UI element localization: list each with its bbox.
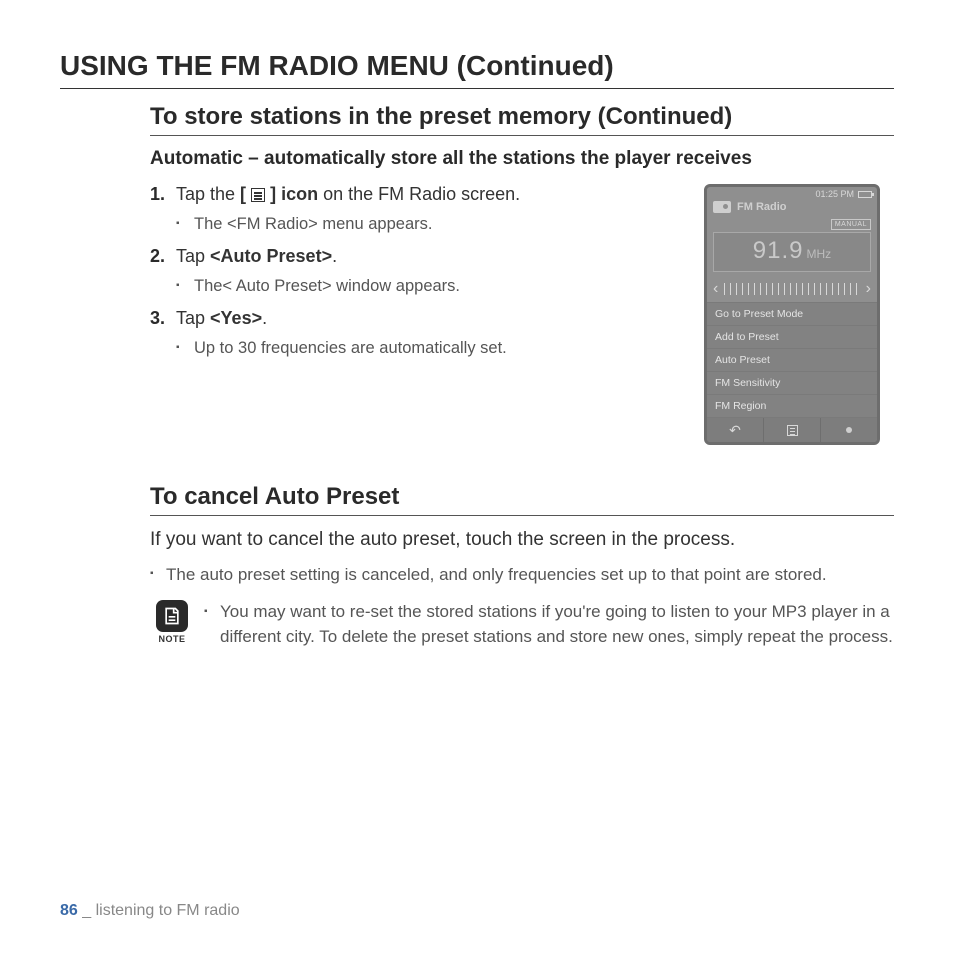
step-2-sub: The< Auto Preset> window appears. <box>176 275 692 298</box>
device-screenshot: 01:25 PM FM Radio MANUAL 91.9MHz ‹ › Go … <box>704 184 880 445</box>
page-title: USING THE FM RADIO MENU (Continued) <box>60 50 894 89</box>
menu-item-add-preset: Add to Preset <box>707 326 877 349</box>
chevron-right-icon: › <box>864 281 873 297</box>
battery-icon <box>858 191 872 198</box>
menu-item-fm-region: FM Region <box>707 395 877 418</box>
footer-sep: _ <box>78 902 96 919</box>
step-1-text-post: on the FM Radio screen. <box>318 184 520 204</box>
radio-icon <box>713 201 731 213</box>
device-bottom-bar: ↶ <box>707 418 877 442</box>
device-menu-list: Go to Preset Mode Add to Preset Auto Pre… <box>707 302 877 418</box>
step-1: Tap the [ ] icon on the FM Radio screen.… <box>150 184 692 236</box>
device-status-bar: 01:25 PM <box>707 187 877 201</box>
note-block: NOTE You may want to re-set the stored s… <box>150 600 894 649</box>
step-3-text-pre: Tap <box>176 308 210 328</box>
frequency-value: 91.9 <box>753 237 804 264</box>
device-app-title: FM Radio <box>737 201 787 213</box>
cancel-body: If you want to cancel the auto preset, t… <box>150 528 894 553</box>
device-app-title-row: FM Radio <box>707 201 877 217</box>
step-3-sub: Up to 30 frequencies are automatically s… <box>176 337 692 360</box>
note-label: NOTE <box>150 634 194 644</box>
step-1-bracket-open: [ <box>240 184 246 204</box>
cancel-title: To cancel Auto Preset <box>150 483 894 516</box>
automatic-heading: Automatic – automatically store all the … <box>150 148 894 170</box>
instruction-column: Tap the [ ] icon on the FM Radio screen.… <box>150 184 704 445</box>
page-footer: 86 _ listening to FM radio <box>60 902 240 920</box>
step-1-sub: The <FM Radio> menu appears. <box>176 213 692 236</box>
step-2-text-pre: Tap <box>176 246 210 266</box>
step-3-text-post: . <box>262 308 267 328</box>
frequency-display: 91.9MHz <box>713 232 871 272</box>
menu-item-fm-sensitivity: FM Sensitivity <box>707 372 877 395</box>
step-list: Tap the [ ] icon on the FM Radio screen.… <box>150 184 692 360</box>
page-number: 86 <box>60 902 78 919</box>
step-1-text-pre: Tap the <box>176 184 240 204</box>
step-2: Tap <Auto Preset>. The< Auto Preset> win… <box>150 246 692 298</box>
menu-item-auto-preset: Auto Preset <box>707 349 877 372</box>
step-3-bold: <Yes> <box>210 308 262 328</box>
menu-icon <box>251 188 265 202</box>
step-2-text-post: . <box>332 246 337 266</box>
chapter-name: listening to FM radio <box>96 902 240 919</box>
chevron-left-icon: ‹ <box>711 281 720 297</box>
step-2-bold: <Auto Preset> <box>210 246 332 266</box>
tuning-scale: ‹ › <box>707 278 877 302</box>
back-icon: ↶ <box>707 418 764 442</box>
list-icon <box>764 418 821 442</box>
scale-ticks <box>724 280 859 298</box>
step-3: Tap <Yes>. Up to 30 frequencies are auto… <box>150 308 692 360</box>
record-icon <box>821 418 877 442</box>
section-title: To store stations in the preset memory (… <box>150 103 894 136</box>
step-1-bracket-close: ] icon <box>270 184 318 204</box>
mode-badge: MANUAL <box>831 219 871 230</box>
device-time: 01:25 PM <box>815 189 854 199</box>
note-text: You may want to re-set the stored statio… <box>204 600 894 649</box>
frequency-unit: MHz <box>807 247 832 261</box>
note-icon <box>156 600 188 632</box>
menu-item-preset-mode: Go to Preset Mode <box>707 303 877 326</box>
cancel-bullet: The auto preset setting is canceled, and… <box>150 563 894 587</box>
